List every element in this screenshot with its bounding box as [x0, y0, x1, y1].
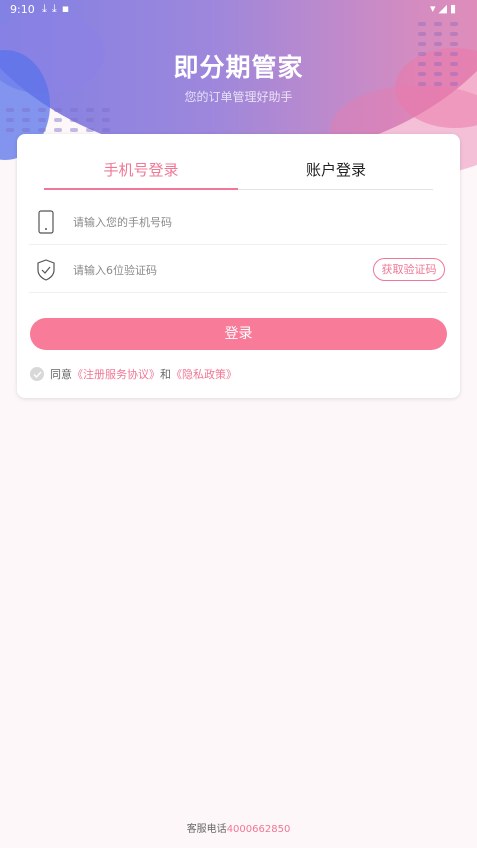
wifi-icon: ▾: [430, 2, 439, 15]
privacy-link[interactable]: 《隐私政策》: [171, 366, 237, 382]
login-card: 手机号登录 账户登录 获取验证码 登录 同意 《注册服务协议》 和 《隐私政策》: [17, 134, 460, 398]
code-field-row: 获取验证码: [29, 246, 447, 293]
phone-input[interactable]: [73, 211, 353, 233]
app-title: 即分期管家: [173, 53, 304, 82]
login-button[interactable]: 登录: [30, 318, 447, 350]
status-system-icons: ▾◢▮: [430, 2, 459, 15]
tab-account-login[interactable]: 账户登录: [239, 152, 433, 190]
verification-code-input[interactable]: [73, 259, 353, 281]
tab-phone-login[interactable]: 手机号登录: [44, 152, 238, 190]
agree-conjunction: 和: [160, 368, 171, 381]
download-icon: ⤓: [51, 2, 62, 15]
signal-icon: ◢: [438, 2, 450, 15]
service-phone-label: 客服电话: [186, 824, 227, 835]
phone-icon: [38, 210, 54, 234]
notification-icon: ▪: [61, 2, 75, 15]
status-time: 9:10: [10, 3, 35, 16]
customer-service-footer: 客服电话4000662850: [0, 820, 477, 835]
phone-field-row: [29, 198, 447, 245]
app-subtitle: 您的订单管理好助手: [184, 90, 293, 104]
terms-link[interactable]: 《注册服务协议》: [72, 366, 160, 382]
agree-checkbox[interactable]: [30, 367, 44, 381]
agreement-row: 同意 《注册服务协议》 和 《隐私政策》: [30, 366, 237, 382]
login-tabs: 手机号登录 账户登录: [44, 152, 433, 190]
agree-prefix: 同意: [50, 368, 72, 381]
download-icon: ⤓: [42, 2, 52, 15]
get-code-button[interactable]: 获取验证码: [373, 258, 445, 281]
decor-dots: [6, 108, 110, 132]
status-bar: 9:10 ⤓⤓▪ ▾◢▮: [0, 0, 477, 20]
check-icon: [33, 371, 42, 378]
battery-icon: ▮: [450, 2, 460, 15]
status-notification-icons: ⤓⤓▪: [42, 2, 74, 16]
active-tab-indicator: [44, 188, 238, 190]
service-phone-number[interactable]: 4000662850: [227, 824, 291, 835]
shield-check-icon: [37, 259, 55, 281]
